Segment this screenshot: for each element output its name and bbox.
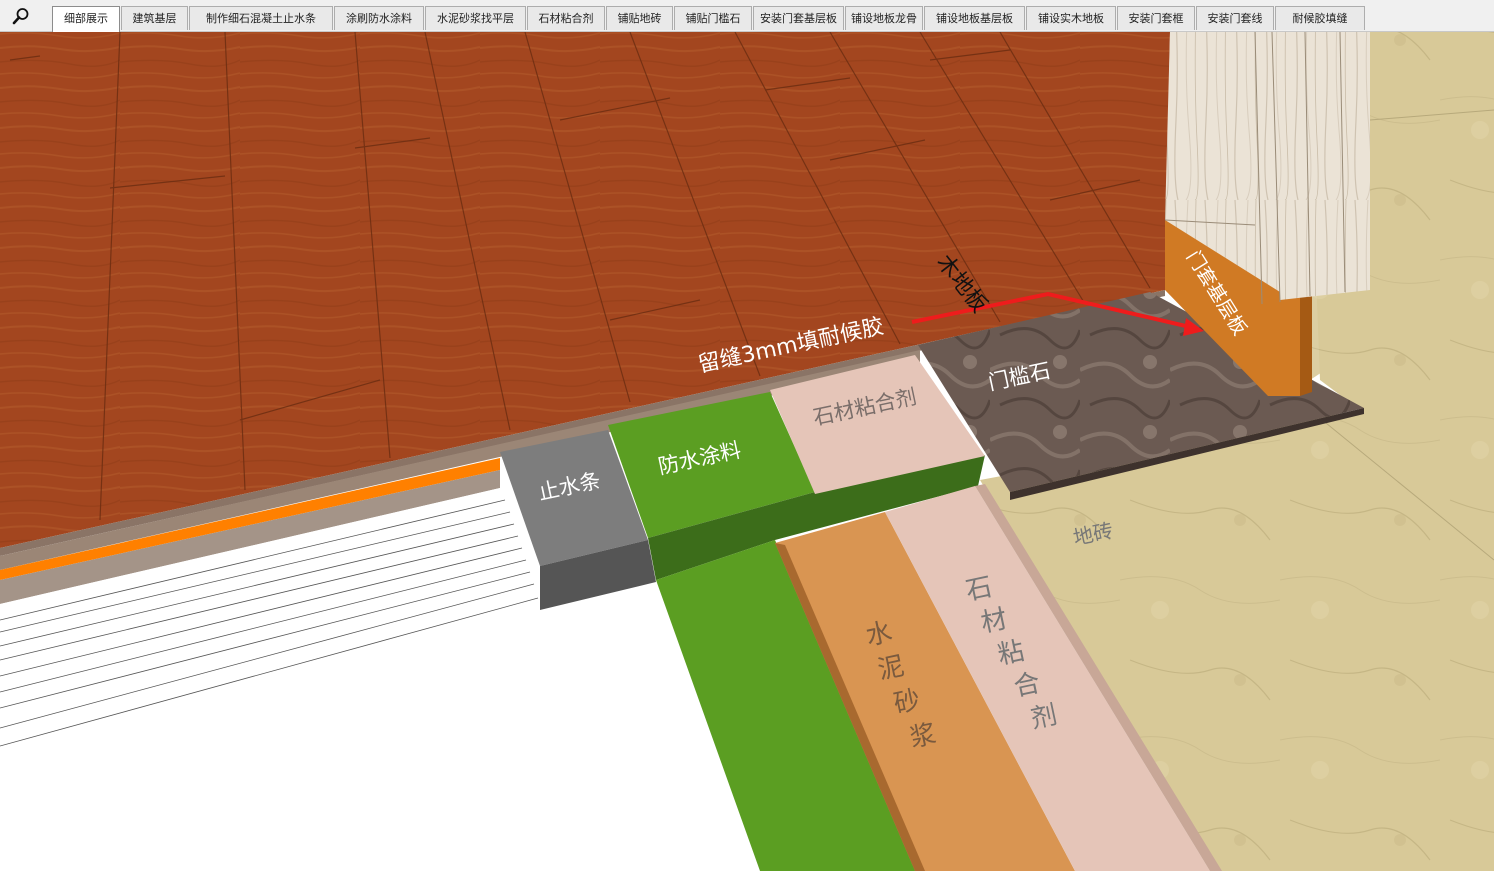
scene-tabs: 细部展示 建筑基层 制作细石混凝土止水条 涂刷防水涂料 水泥砂浆找平层 石材粘合剂 铺贴地砖… [52,6,1366,32]
tab-7[interactable]: 铺贴门槛石 [674,6,752,30]
tab-11[interactable]: 铺设实木地板 [1026,6,1116,30]
tab-14[interactable]: 耐候胶填缝 [1275,6,1365,30]
tab-4[interactable]: 水泥砂浆找平层 [425,6,526,30]
tab-12[interactable]: 安装门套框 [1117,6,1195,30]
tab-0[interactable]: 细部展示 [52,6,120,32]
tab-5[interactable]: 石材粘合剂 [527,6,605,30]
scene-viewport[interactable]: 木地板 留缝3mm填耐候胶 门槛石 石材粘合剂 防水涂料 止水条 地砖 门套基层… [0,32,1494,871]
tab-6[interactable]: 铺贴地砖 [606,6,673,30]
tab-9[interactable]: 铺设地板龙骨 [845,6,923,30]
tab-1[interactable]: 建筑基层 [121,6,188,30]
tab-10[interactable]: 铺设地板基层板 [924,6,1025,30]
magnifier-icon[interactable] [8,4,34,28]
toolbar: 细部展示 建筑基层 制作细石混凝土止水条 涂刷防水涂料 水泥砂浆找平层 石材粘合剂 铺贴地砖… [0,0,1494,32]
tab-13[interactable]: 安装门套线 [1196,6,1274,30]
tab-8[interactable]: 安装门套基层板 [753,6,844,30]
tab-2[interactable]: 制作细石混凝土止水条 [189,6,333,30]
tab-3[interactable]: 涂刷防水涂料 [334,6,424,30]
